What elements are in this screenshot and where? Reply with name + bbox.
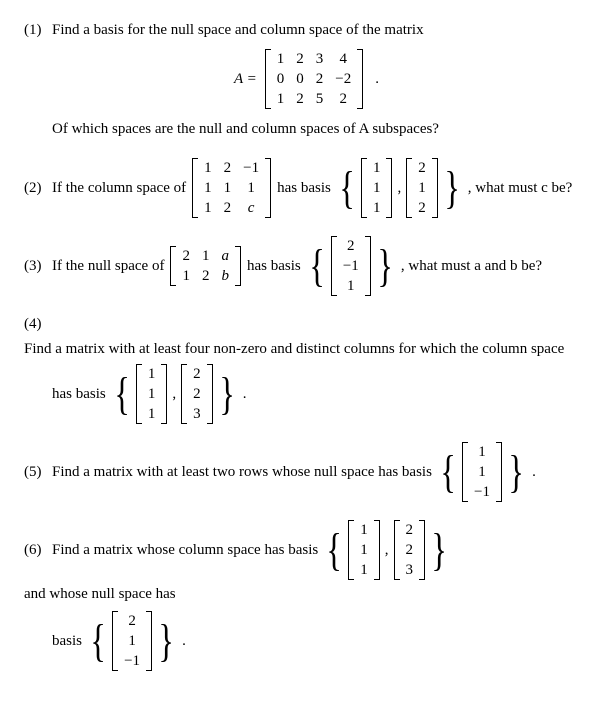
problem-number: (6) [24, 540, 48, 561]
p4-v1: 111 [136, 364, 168, 424]
p5-basis-set: { 11−1 } [436, 442, 528, 502]
p4-v2: 223 [181, 364, 213, 424]
p3-matrix: 21a12b [170, 246, 241, 286]
p2-t3: , what must c be? [468, 178, 573, 199]
problem-number: (2) [24, 178, 48, 199]
p3-v1: 2−11 [331, 236, 371, 296]
period: . [182, 631, 186, 652]
period: . [243, 384, 247, 405]
p5-t1: Find a matrix with at least two rows who… [52, 462, 432, 483]
problem-1-equation: A = 1234002−21252 . [24, 49, 589, 109]
p6-t2: and whose null space has [24, 584, 176, 605]
p6-t1: Find a matrix whose column space has bas… [52, 540, 318, 561]
comma: , [382, 540, 392, 561]
matrix-A-label: A = [234, 69, 257, 90]
problem-1: (1) Find a basis for the null space and … [24, 20, 589, 140]
problem-number: (3) [24, 256, 48, 277]
problem-5: (5) Find a matrix with at least two rows… [24, 442, 589, 502]
p6-nullspace-set: { 21−1 } [86, 611, 178, 671]
problem-number: (5) [24, 462, 48, 483]
p6-v1: 111 [348, 520, 380, 580]
p6-colspace-set: { 111 , 223 } [322, 520, 451, 580]
problem-6: (6) Find a matrix whose column space has… [24, 520, 589, 671]
p6-t3: basis [52, 631, 82, 652]
p2-v1: 111 [361, 158, 393, 218]
comma: , [169, 384, 179, 405]
problem-1-line1: (1) Find a basis for the null space and … [24, 20, 589, 41]
p3-t1: If the null space of [52, 256, 164, 277]
p2-t1: If the column space of [52, 178, 186, 199]
comma: , [394, 178, 404, 199]
problem-number: (1) [24, 20, 48, 41]
p6-v3: 21−1 [112, 611, 152, 671]
problem-1-text2: Of which spaces are the null and column … [52, 119, 589, 140]
matrix-A: 1234002−21252 [265, 49, 363, 109]
p3-t3: , what must a and b be? [401, 256, 542, 277]
period: . [375, 69, 379, 90]
p2-v2: 212 [406, 158, 438, 218]
p4-t2: has basis [52, 384, 106, 405]
p2-t2: has basis [277, 178, 331, 199]
period: . [532, 462, 536, 483]
problem-3: (3) If the null space of 21a12b has basi… [24, 236, 589, 296]
p6-v2: 223 [394, 520, 426, 580]
problem-4: (4) Find a matrix with at least four non… [24, 314, 589, 424]
p3-basis-set: { 2−11 } [305, 236, 397, 296]
problem-2: (2) If the column space of 12−111112c ha… [24, 158, 589, 218]
p5-v1: 11−1 [462, 442, 502, 502]
p2-basis-set: { 111 , 212 } [335, 158, 464, 218]
problem-number: (4) [24, 314, 48, 335]
p4-t1: Find a matrix with at least four non-zer… [24, 339, 564, 360]
p4-basis-set: { 111 , 223 } [110, 364, 239, 424]
problem-1-text1: Find a basis for the null space and colu… [52, 20, 424, 41]
p2-matrix: 12−111112c [192, 158, 271, 218]
p3-t2: has basis [247, 256, 301, 277]
